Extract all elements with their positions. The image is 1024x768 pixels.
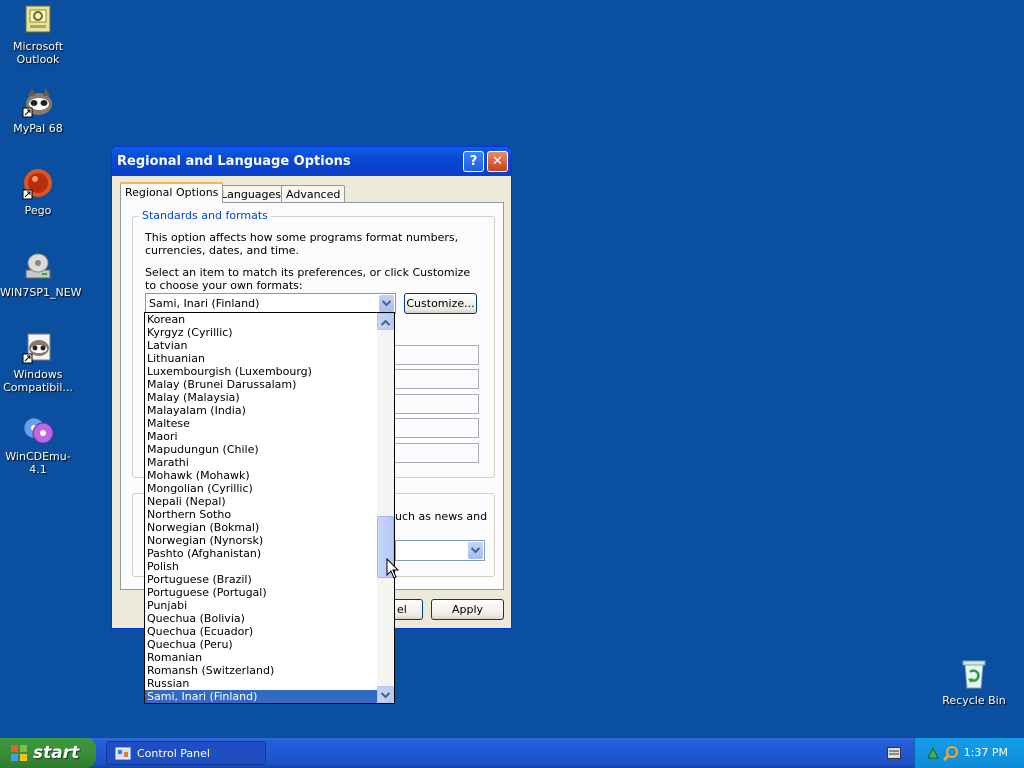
dropdown-item[interactable]: Malayalam (India) <box>145 404 378 417</box>
desktop-icon-mypal[interactable]: MyPal 68 <box>0 86 76 135</box>
desktop-icon-label: Microsoft Outlook <box>12 40 64 66</box>
dialog-titlebar[interactable]: Regional and Language Options ? ✕ <box>112 147 511 176</box>
dropdown-item[interactable]: Sami, Inari (Finland) <box>145 690 378 703</box>
dropdown-item[interactable]: Nepali (Nepal) <box>145 495 378 508</box>
dropdown-item[interactable]: Quechua (Bolivia) <box>145 612 378 625</box>
cd-drive-icon <box>22 250 54 282</box>
dropdown-item[interactable]: Maori <box>145 430 378 443</box>
dropdown-scrollbar[interactable] <box>377 313 394 703</box>
dropdown-item[interactable]: Romansh (Switzerland) <box>145 664 378 677</box>
dropdown-items: Korean Kyrgyz (Cyrillic) Latvian Lithuanian… <box>145 313 394 703</box>
scroll-down-button[interactable] <box>377 686 394 703</box>
dialog-title: Regional and Language Options <box>117 154 351 169</box>
taskbar-item-label: Control Panel <box>137 747 210 760</box>
format-dropdown-list[interactable]: Korean Kyrgyz (Cyrillic) Latvian Lithuanian… <box>144 312 395 704</box>
dropdown-item[interactable]: Romanian <box>145 651 378 664</box>
windows-logo-icon <box>11 745 27 761</box>
system-tray: 1:37 PM <box>914 738 1024 768</box>
sample-field <box>391 394 479 414</box>
outlook-icon <box>22 4 54 36</box>
dropdown-item[interactable]: Mapudungun (Chile) <box>145 443 378 456</box>
desktop-icon-recycle-bin[interactable]: Recycle Bin <box>936 658 1012 707</box>
customize-button[interactable]: Customize... <box>404 293 477 314</box>
dropdown-item[interactable]: Polish <box>145 560 378 573</box>
dropdown-item[interactable]: Portuguese (Brazil) <box>145 573 378 586</box>
pego-icon <box>22 168 54 200</box>
clock: 1:37 PM <box>963 746 1008 759</box>
dropdown-item[interactable]: Northern Sotho <box>145 508 378 521</box>
dropdown-item[interactable]: Norwegian (Bokmal) <box>145 521 378 534</box>
help-icon: ? <box>469 154 478 169</box>
dropdown-item[interactable]: Mongolian (Cyrillic) <box>145 482 378 495</box>
network-tray-icon[interactable] <box>925 745 941 761</box>
mypal-icon <box>22 86 54 118</box>
dropdown-item[interactable]: Mohawk (Mohawk) <box>145 469 378 482</box>
desktop-icon-outlook[interactable]: Microsoft Outlook <box>0 4 76 66</box>
dropdown-item[interactable]: Portuguese (Portugal) <box>145 586 378 599</box>
dropdown-item[interactable]: Norwegian (Nynorsk) <box>145 534 378 547</box>
wincdemu-icon <box>22 414 54 446</box>
dropdown-item[interactable]: Quechua (Ecuador) <box>145 625 378 638</box>
desktop-icon-wincdemu[interactable]: WinCDEmu-4.1 <box>0 414 76 476</box>
taskbar: start Control Panel 1:37 PM <box>0 738 1024 768</box>
sample-field <box>391 418 479 438</box>
dropdown-item[interactable]: Lithuanian <box>145 352 378 365</box>
dropdown-item[interactable]: Pashto (Afghanistan) <box>145 547 378 560</box>
group-title: Standards and formats <box>139 209 271 222</box>
help-button[interactable]: ? <box>463 151 484 172</box>
close-button[interactable]: ✕ <box>487 151 508 172</box>
desktop-icon-label: Windows Compatibil... <box>3 368 73 394</box>
dropdown-item[interactable]: Punjabi <box>145 599 378 612</box>
start-label: start <box>33 743 80 763</box>
taskbar-item-control-panel[interactable]: Control Panel <box>106 741 266 765</box>
desktop-icon-label: WIN7SP1_NEW <box>0 286 82 299</box>
dropdown-item[interactable]: Malay (Brunei Darussalam) <box>145 378 378 391</box>
format-select-value: Sami, Inari (Finland) <box>149 297 260 310</box>
desktop-icon-label: WinCDEmu-4.1 <box>5 450 71 476</box>
dropdown-item[interactable]: Maltese <box>145 417 378 430</box>
dropdown-item[interactable]: Korean <box>145 313 378 326</box>
sample-field <box>391 443 479 463</box>
chevron-down-icon[interactable] <box>379 295 394 312</box>
control-panel-icon <box>115 747 131 760</box>
dropdown-item[interactable]: Latvian <box>145 339 378 352</box>
scroll-up-button[interactable] <box>377 313 394 330</box>
sample-field <box>391 345 479 365</box>
format-instruction: Select an item to match its preferences,… <box>145 266 471 292</box>
desktop-icon-pego[interactable]: Pego <box>0 168 76 217</box>
desktop-icon-label: MyPal 68 <box>13 122 63 135</box>
format-select[interactable]: Sami, Inari (Finland) <box>145 293 396 314</box>
dropdown-item[interactable]: Kyrgyz (Cyrillic) <box>145 326 378 339</box>
dropdown-item[interactable]: Russian <box>145 677 378 690</box>
location-description: uch as news and <box>395 510 488 523</box>
format-description: This option affects how some programs fo… <box>145 231 459 257</box>
mouse-cursor-icon <box>386 558 400 579</box>
dropdown-item[interactable]: Marathi <box>145 456 378 469</box>
location-select[interactable] <box>395 540 485 561</box>
tab-regional-options[interactable]: Regional Options <box>120 182 224 203</box>
recycle-bin-icon <box>958 658 990 690</box>
close-icon: ✕ <box>492 154 503 169</box>
tab-advanced[interactable]: Advanced <box>281 185 346 203</box>
desktop-icon-compat[interactable]: Windows Compatibil... <box>0 332 76 394</box>
apply-button[interactable]: Apply <box>431 599 504 620</box>
search-tray-icon[interactable] <box>943 745 959 761</box>
desktop-icon-label: Recycle Bin <box>942 694 1006 707</box>
tab-languages[interactable]: Languages <box>216 185 287 203</box>
compatibility-icon <box>22 332 54 364</box>
dropdown-item[interactable]: Malay (Malaysia) <box>145 391 378 404</box>
desktop-icon-label: Pego <box>24 204 52 217</box>
dropdown-item[interactable]: Luxembourgish (Luxembourg) <box>145 365 378 378</box>
chevron-down-icon[interactable] <box>468 542 483 559</box>
desktop-icon-win7sp1[interactable]: WIN7SP1_NEW <box>0 250 82 299</box>
dropdown-item[interactable]: Quechua (Peru) <box>145 638 378 651</box>
sample-field <box>391 369 479 389</box>
keyboard-icon[interactable] <box>887 747 901 759</box>
start-button[interactable]: start <box>0 738 96 768</box>
